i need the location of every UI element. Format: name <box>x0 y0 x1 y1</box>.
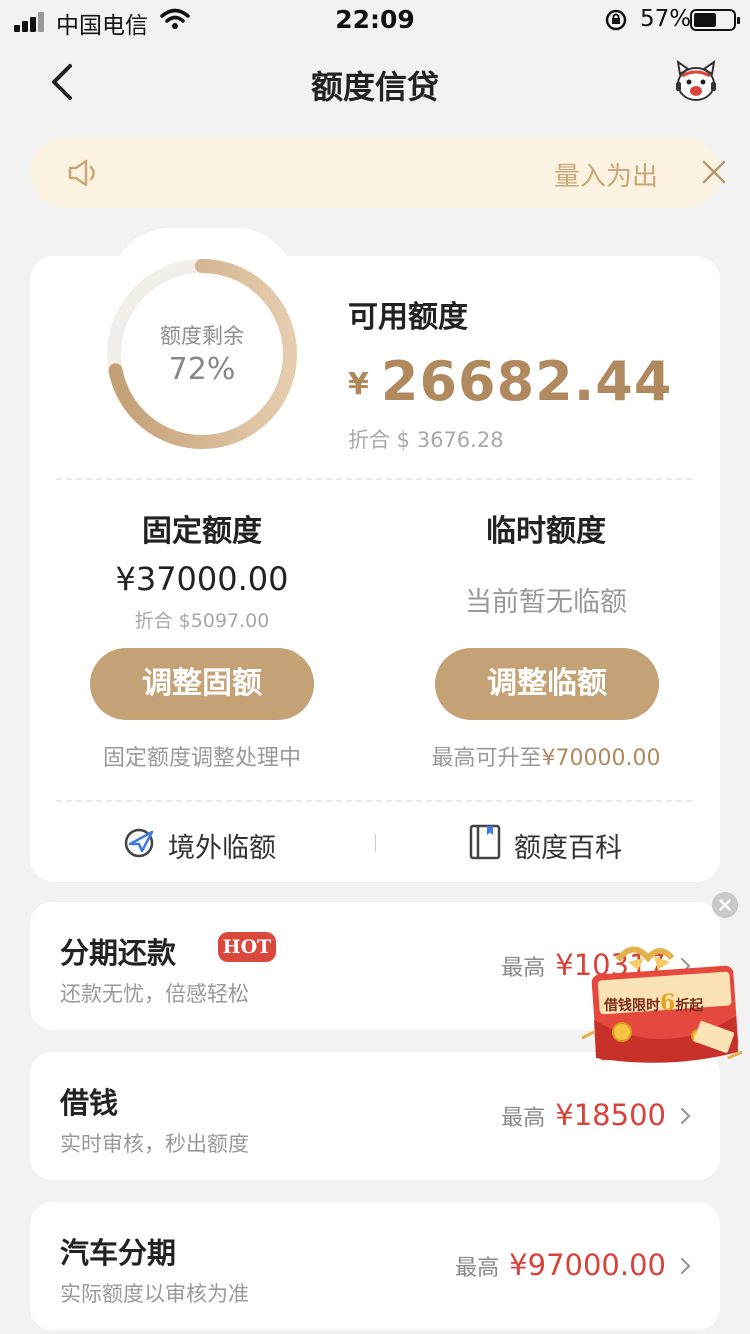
available-amount-value: 26682.44 <box>380 350 673 413</box>
fixed-quota-amount: ¥37000.00 <box>115 560 289 598</box>
fixed-quota-title: 固定额度 <box>142 514 262 549</box>
divider <box>56 478 692 480</box>
adjust-fixed-quota-button[interactable]: 调整固额 <box>90 648 314 720</box>
max-label: 最高 <box>501 956 546 981</box>
max-value: ¥18500 <box>555 1098 666 1132</box>
plane-globe-icon <box>124 828 154 858</box>
max-value: ¥97000.00 <box>509 1248 666 1282</box>
hot-badge: HOT <box>218 932 276 962</box>
temporary-quota-max: 最高可升至¥70000.00 <box>386 740 706 772</box>
ring-label: 额度剩余 <box>160 324 244 348</box>
product-title: 分期还款 <box>60 936 177 970</box>
fixed-quota-usd: 折合 $5097.00 <box>134 610 270 632</box>
product-subtitle: 实时审核，秒出额度 <box>60 1132 249 1156</box>
product-title: 借钱 <box>60 1086 119 1120</box>
status-bar: 中国电信 22:09 57% <box>0 0 750 40</box>
chevron-right-icon <box>680 1107 691 1125</box>
available-quota-amount: ¥26682.44 <box>348 350 672 413</box>
available-usd-equivalent: 折合 $ 3676.28 <box>348 428 504 452</box>
max-label: 最高 <box>455 1256 500 1281</box>
temporary-max-value: ¥70000.00 <box>541 746 661 771</box>
close-icon[interactable] <box>698 156 730 188</box>
page-title: 额度信贷 <box>310 68 439 106</box>
currency-symbol: ¥ <box>348 367 369 402</box>
quota-encyclopedia-label: 额度百科 <box>514 833 622 864</box>
product-subtitle: 还款无忧，倍感轻松 <box>60 982 249 1006</box>
promo-text: 借钱限时6折起 <box>604 990 732 1016</box>
product-subtitle: 实际额度以审核为准 <box>60 1282 249 1306</box>
battery-percent: 57% <box>640 6 692 32</box>
available-quota-label: 可用额度 <box>348 300 468 335</box>
promo-discount-number: 6 <box>660 990 676 1016</box>
mascot-assistant-icon[interactable] <box>672 60 720 104</box>
temporary-quota-none: 当前暂无临额 <box>465 587 627 618</box>
divider <box>56 800 692 802</box>
borrow-money-card[interactable]: 借钱 实时审核，秒出额度 最高 ¥18500 <box>30 1052 720 1180</box>
product-max-amount: 最高 ¥18500 <box>501 1098 666 1132</box>
product-max-amount: 最高 ¥97000.00 <box>455 1248 666 1282</box>
temporary-max-prefix: 最高可升至 <box>431 746 542 771</box>
rotation-lock-icon <box>605 9 627 31</box>
quota-encyclopedia-link[interactable]: 额度百科 <box>468 822 668 866</box>
notice-marquee-text: 量入为出 <box>554 162 658 192</box>
battery-icon <box>690 9 740 31</box>
ring-percent: 72% <box>168 352 236 387</box>
overseas-temp-quota-label: 境外临额 <box>168 833 276 864</box>
notice-bar[interactable]: 量入为出 <box>30 138 726 208</box>
link-separator <box>375 834 376 852</box>
chevron-right-icon <box>680 1257 691 1275</box>
promo-close-icon[interactable] <box>712 892 738 918</box>
speaker-icon <box>68 159 95 187</box>
promo-text-a: 借钱限时 <box>604 998 660 1014</box>
book-icon <box>469 824 501 860</box>
temporary-quota-title: 临时额度 <box>486 514 606 549</box>
adjust-temporary-quota-button[interactable]: 调整临额 <box>435 648 659 720</box>
product-title: 汽车分期 <box>60 1236 177 1270</box>
max-label: 最高 <box>501 1106 546 1131</box>
overseas-temp-quota-link[interactable]: 境外临额 <box>122 822 322 866</box>
fixed-quota-status: 固定额度调整处理中 <box>102 746 301 771</box>
promo-text-b: 折起 <box>675 998 704 1014</box>
car-installment-card[interactable]: 汽车分期 实际额度以审核为准 最高 ¥97000.00 <box>30 1202 720 1330</box>
clock: 22:09 <box>335 5 415 34</box>
navigation-bar: 额度信贷 <box>0 50 750 114</box>
